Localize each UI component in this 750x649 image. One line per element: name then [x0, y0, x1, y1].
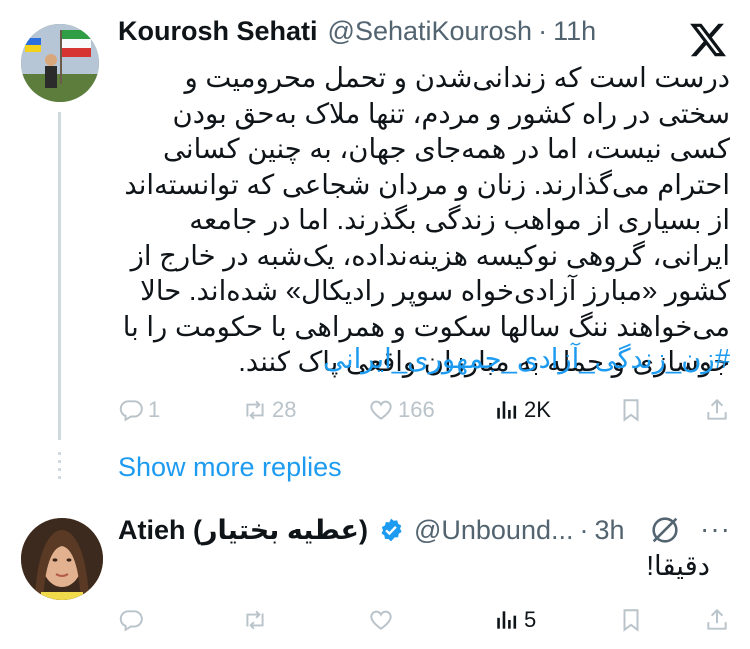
tweet1-header: Kourosh Sehati @SehatiKourosh · 11h: [118, 16, 596, 47]
like-button[interactable]: 166: [368, 397, 435, 423]
hashtag-link[interactable]: #زن_زندگی_آزادی_جمهوری_ایرانی: [323, 343, 730, 375]
like-button[interactable]: [368, 607, 398, 633]
heart-icon: [370, 610, 392, 630]
retweet-icon: [246, 400, 264, 420]
author-name[interactable]: Atieh (عطیه بختیار): [118, 515, 368, 546]
tweet2-actions: 5: [118, 605, 730, 635]
show-more-replies-link[interactable]: Show more replies: [118, 452, 342, 483]
bookmark-icon: [623, 609, 639, 632]
share-button[interactable]: [704, 607, 734, 633]
avatar-kourosh[interactable]: [21, 24, 99, 102]
x-logo-icon[interactable]: [688, 20, 728, 60]
thread-dots: [58, 452, 61, 482]
share-icon: [707, 608, 727, 630]
tweet-timestamp[interactable]: 11h: [553, 16, 596, 47]
tweet-text: درست است که زندانی‌شدن و تحمل محرومیت و …: [122, 62, 730, 377]
reply-count: 1: [148, 397, 161, 422]
reply-icon: [119, 610, 143, 632]
retweet-icon: [246, 610, 264, 630]
separator-dot: ·: [579, 515, 589, 545]
like-count: 166: [398, 397, 435, 422]
verified-badge-icon: [381, 518, 402, 542]
author-handle[interactable]: @Unbound...: [414, 515, 574, 546]
tweet1-actions: 1 28 166 2K: [118, 395, 730, 425]
bookmark-icon: [623, 399, 639, 422]
reply-icon: [119, 400, 143, 422]
retweet-count: 28: [272, 397, 297, 422]
retweet-button[interactable]: [242, 607, 272, 633]
tweet2-header: Atieh (عطیه بختیار) @Unbound... · 3h: [118, 513, 625, 546]
more-icon[interactable]: ···: [700, 513, 731, 545]
reply-button[interactable]: 1: [118, 397, 160, 423]
separator-dot: ·: [538, 16, 548, 46]
share-icon: [707, 398, 727, 420]
share-button[interactable]: [704, 397, 734, 423]
bookmark-button[interactable]: [618, 397, 648, 423]
tweet-timestamp[interactable]: 3h: [594, 515, 624, 546]
thread-line: [58, 112, 61, 440]
views-icon: [497, 401, 517, 419]
avatar-atieh[interactable]: [21, 518, 103, 600]
views-button[interactable]: 2K: [494, 397, 551, 423]
views-count: 5: [524, 607, 537, 632]
retweet-button[interactable]: 28: [242, 397, 296, 423]
heart-icon: [370, 400, 392, 420]
tweet-text: دقیقا!: [646, 550, 710, 581]
reply-button[interactable]: [118, 607, 148, 633]
author-handle[interactable]: @SehatiKourosh: [328, 16, 533, 47]
author-name[interactable]: Kourosh Sehati: [118, 16, 318, 47]
views-count: 2K: [524, 397, 551, 422]
bookmark-button[interactable]: [618, 607, 648, 633]
views-icon: [497, 611, 517, 629]
views-button[interactable]: 5: [494, 607, 536, 633]
grok-icon[interactable]: [648, 513, 682, 547]
